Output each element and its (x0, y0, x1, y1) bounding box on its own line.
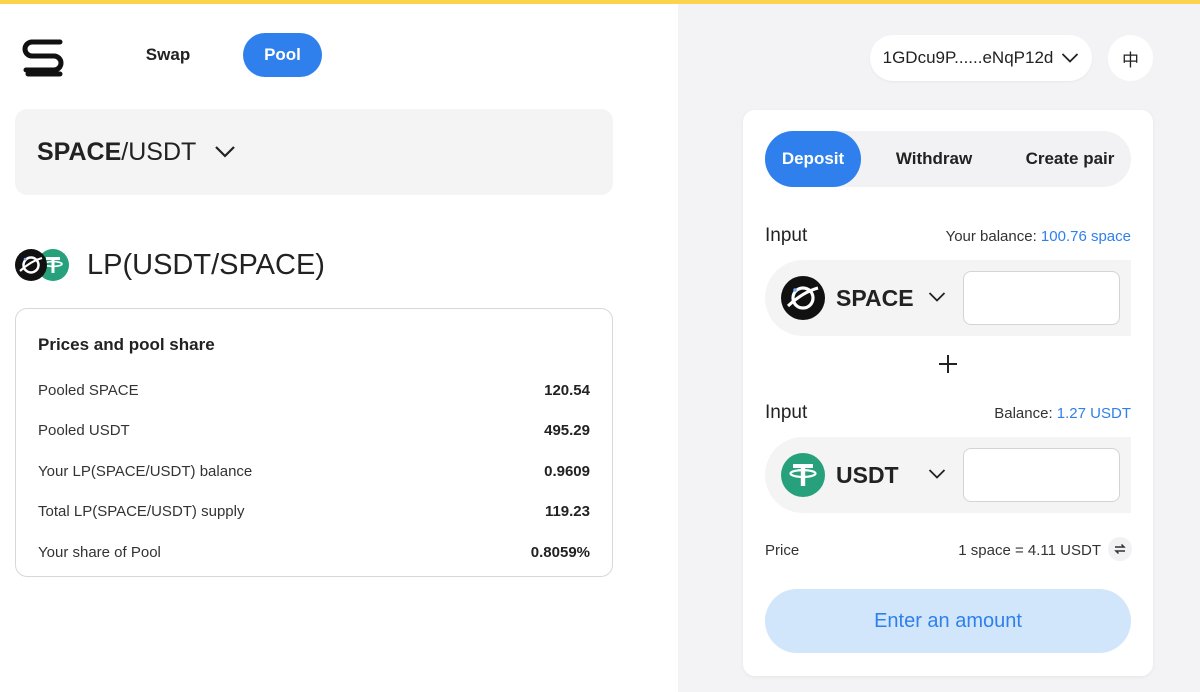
price-value: 1 space = 4.11 USDT (958, 542, 1101, 559)
share-row-label: Pooled USDT (38, 422, 130, 440)
input2-balance-value: 1.27 USDT (1056, 405, 1131, 422)
pair-quote-label: /USDT (121, 137, 197, 166)
liquidity-card: Deposit Withdraw Create pair Input Your … (743, 110, 1153, 676)
liquidity-tabs: Deposit Withdraw Create pair (765, 131, 1131, 187)
pair-selector[interactable]: SPACE/USDT (15, 109, 613, 195)
token-input-row-usdt: USDT (765, 437, 1131, 513)
pool-share-heading: Prices and pool share (38, 335, 215, 354)
share-row-value: 119.23 (544, 503, 590, 521)
share-row-label: Total LP(SPACE/USDT) supply (38, 503, 245, 521)
tab-deposit[interactable]: Deposit (765, 131, 861, 187)
token-name-usdt: USDT (836, 462, 899, 488)
input2-balance: Balance: 1.27 USDT (994, 405, 1131, 422)
nav-swap-button[interactable]: Swap (128, 33, 208, 77)
space-token-icon (781, 276, 825, 320)
tab-withdraw[interactable]: Withdraw (883, 131, 985, 187)
input1-balance-label: Your balance: (945, 228, 1041, 245)
amount-input-usdt[interactable] (963, 448, 1120, 502)
share-row-value: 0.9609 (544, 462, 590, 480)
lp-token-header: LP(USDT/SPACE) (15, 243, 325, 287)
token-input-row-space: SPACE (765, 260, 1131, 336)
usdt-icon (781, 453, 825, 497)
share-row-label: Your share of Pool (38, 543, 161, 561)
wallet-address: 1GDcu9P......eNqP12d (882, 48, 1054, 67)
input1-balance: Your balance: 100.76 space (946, 228, 1131, 245)
nav-pool-button[interactable]: Pool (243, 33, 322, 77)
share-row-value: 495.29 (544, 422, 590, 440)
share-row-value: 120.54 (544, 381, 590, 399)
share-row: Your share of Pool 0.8059% (38, 532, 590, 573)
tab-create-pair[interactable]: Create pair (1015, 131, 1125, 187)
share-row-value: 0.8059% (530, 543, 590, 561)
input2-balance-label: Balance: (994, 405, 1057, 422)
token-name-space: SPACE (836, 285, 914, 311)
app-logo-icon[interactable] (20, 36, 66, 80)
wallet-address-button[interactable]: 1GDcu9P......eNqP12d (870, 35, 1092, 81)
enter-amount-button[interactable]: Enter an amount (765, 589, 1131, 653)
swap-direction-icon[interactable] (1108, 537, 1132, 561)
share-row: Pooled SPACE 120.54 (38, 370, 590, 411)
space-token-icon (15, 249, 47, 281)
input1-label: Input (765, 225, 808, 246)
chevron-down-icon (1062, 53, 1079, 63)
share-row: Total LP(SPACE/USDT) supply 119.23 (38, 492, 590, 533)
lp-pair-icons (15, 247, 71, 283)
chevron-down-icon (215, 146, 236, 158)
pool-share-card: Prices and pool share Pooled SPACE 120.5… (15, 308, 613, 577)
token-select-chevron-icon[interactable] (928, 291, 946, 303)
price-label: Price (765, 542, 800, 559)
lp-title: LP(USDT/SPACE) (87, 248, 325, 281)
share-row: Your LP(SPACE/USDT) balance 0.9609 (38, 451, 590, 492)
token-select-chevron-icon[interactable] (928, 468, 946, 480)
input1-balance-value: 100.76 space (1040, 228, 1131, 245)
input2-label: Input (765, 402, 808, 423)
share-row-label: Pooled SPACE (38, 381, 139, 399)
amount-input-space[interactable] (963, 271, 1120, 325)
plus-icon (938, 354, 958, 374)
pair-base-label: SPACE (37, 137, 122, 166)
share-row: Pooled USDT 495.29 (38, 411, 590, 452)
language-toggle-button[interactable]: 中 (1108, 35, 1153, 81)
share-row-label: Your LP(SPACE/USDT) balance (38, 462, 253, 480)
